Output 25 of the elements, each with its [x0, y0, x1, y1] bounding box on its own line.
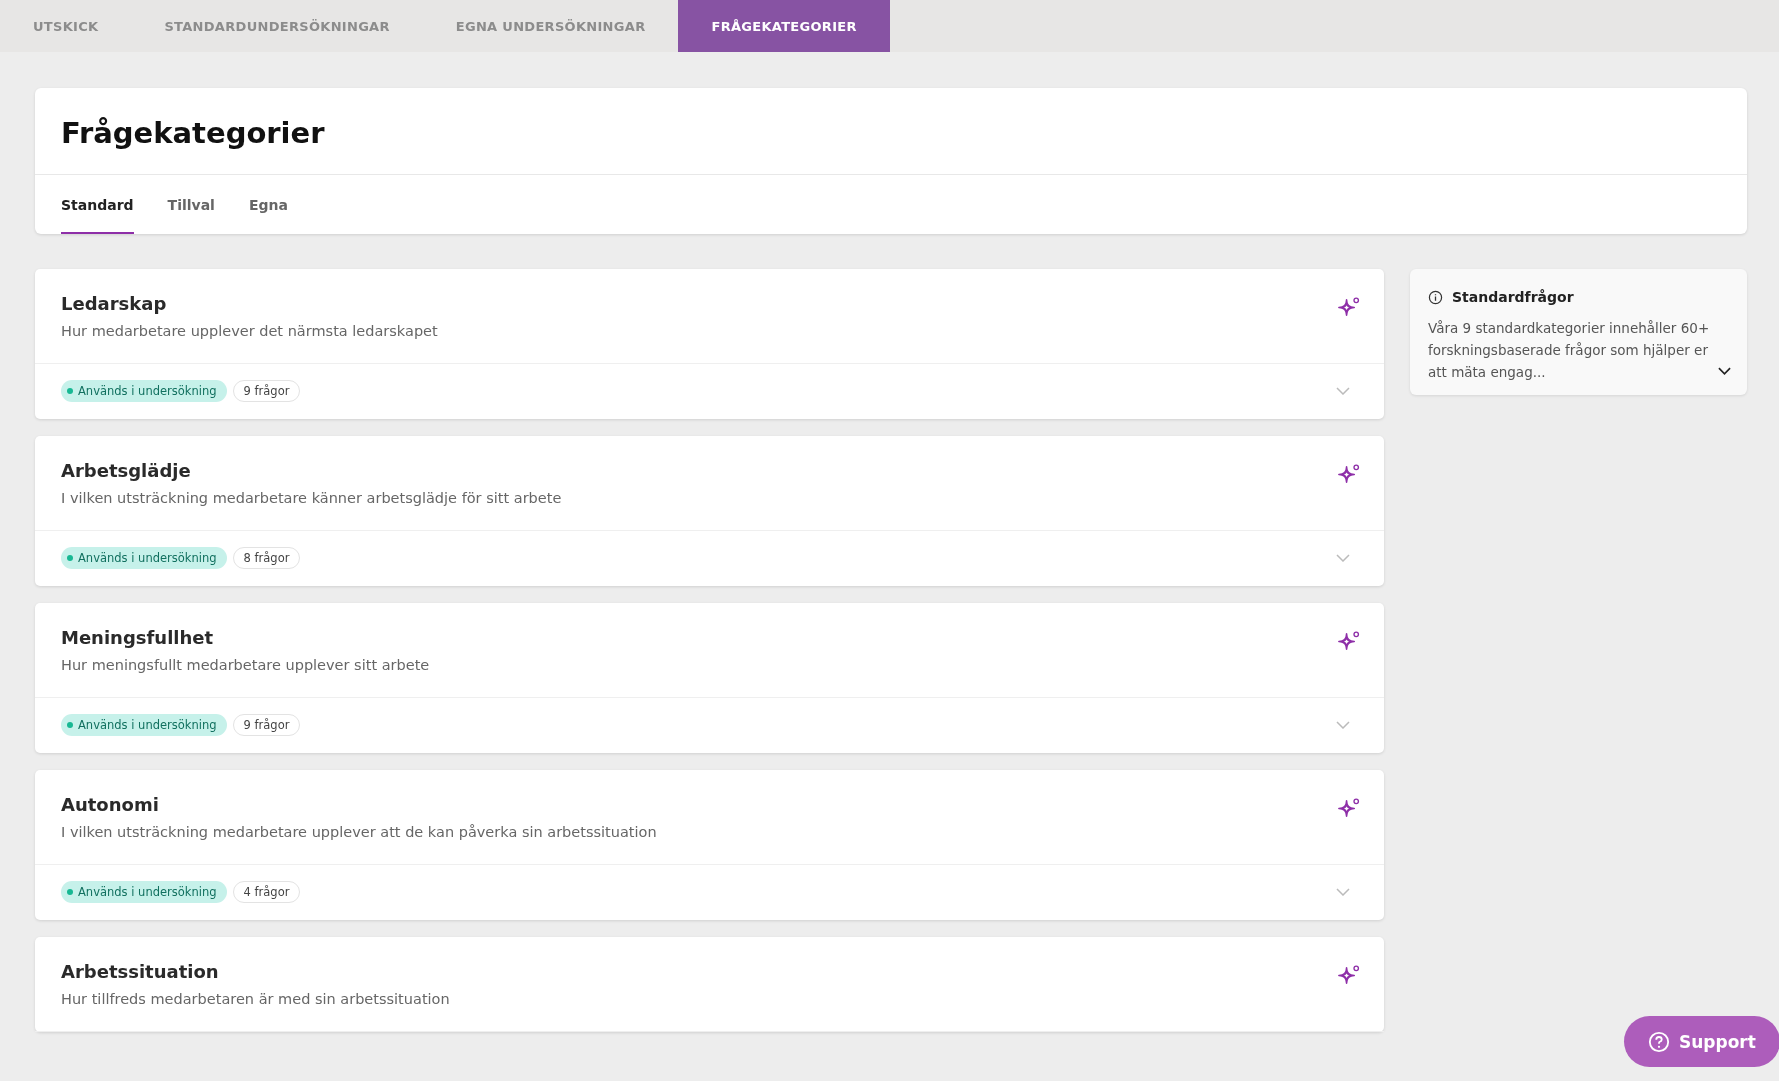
support-button[interactable]: Support	[1624, 1016, 1779, 1067]
status-badge: Används i undersökning	[61, 547, 227, 569]
status-badge: Används i undersökning	[61, 881, 227, 903]
category-title: Arbetssituation	[61, 961, 220, 982]
category-title: Ledarskap	[61, 293, 168, 314]
category-description: Hur medarbetare upplever det närmsta ledarskapet	[61, 323, 438, 339]
help-icon	[1648, 1030, 1670, 1053]
sub-tab[interactable]: Tillval	[167, 175, 215, 234]
status-badge: Används i undersökning	[61, 380, 227, 402]
page-title: Frågekategorier	[35, 88, 1747, 175]
category-title: Arbetsglädje	[61, 460, 192, 481]
sub-tab[interactable]: Egna	[248, 175, 288, 234]
category-description: Hur meningsfullt medarbetare upplever sitt arbete	[61, 657, 430, 673]
info-title: Standardfrågor	[1452, 289, 1574, 305]
category-title: Meningsfullhet	[61, 627, 215, 648]
category-description: I vilken utsträckning medarbetare känner arbetsglädje för sitt arbete	[61, 490, 562, 506]
category-title: Autonomi	[61, 794, 160, 815]
sub-tab[interactable]: Standard	[61, 175, 134, 234]
chevron-down-icon[interactable]	[1718, 367, 1731, 375]
nav-tab[interactable]: FRÅGEKATEGORIER	[678, 0, 890, 52]
info-icon	[1428, 289, 1443, 305]
info-text: Våra 9 standardkategorier innehåller 60+ forskningsbaserade frågor som hjälper er att mäta engag...	[1428, 319, 1711, 382]
category-description: I vilken utsträckning medarbetare upplever att de kan påverka sin arbetssituation	[61, 824, 657, 840]
status-badge: Används i undersökning	[61, 714, 227, 736]
category-description: Hur tillfreds medarbetaren är med sin arbetssituation	[61, 991, 450, 1007]
